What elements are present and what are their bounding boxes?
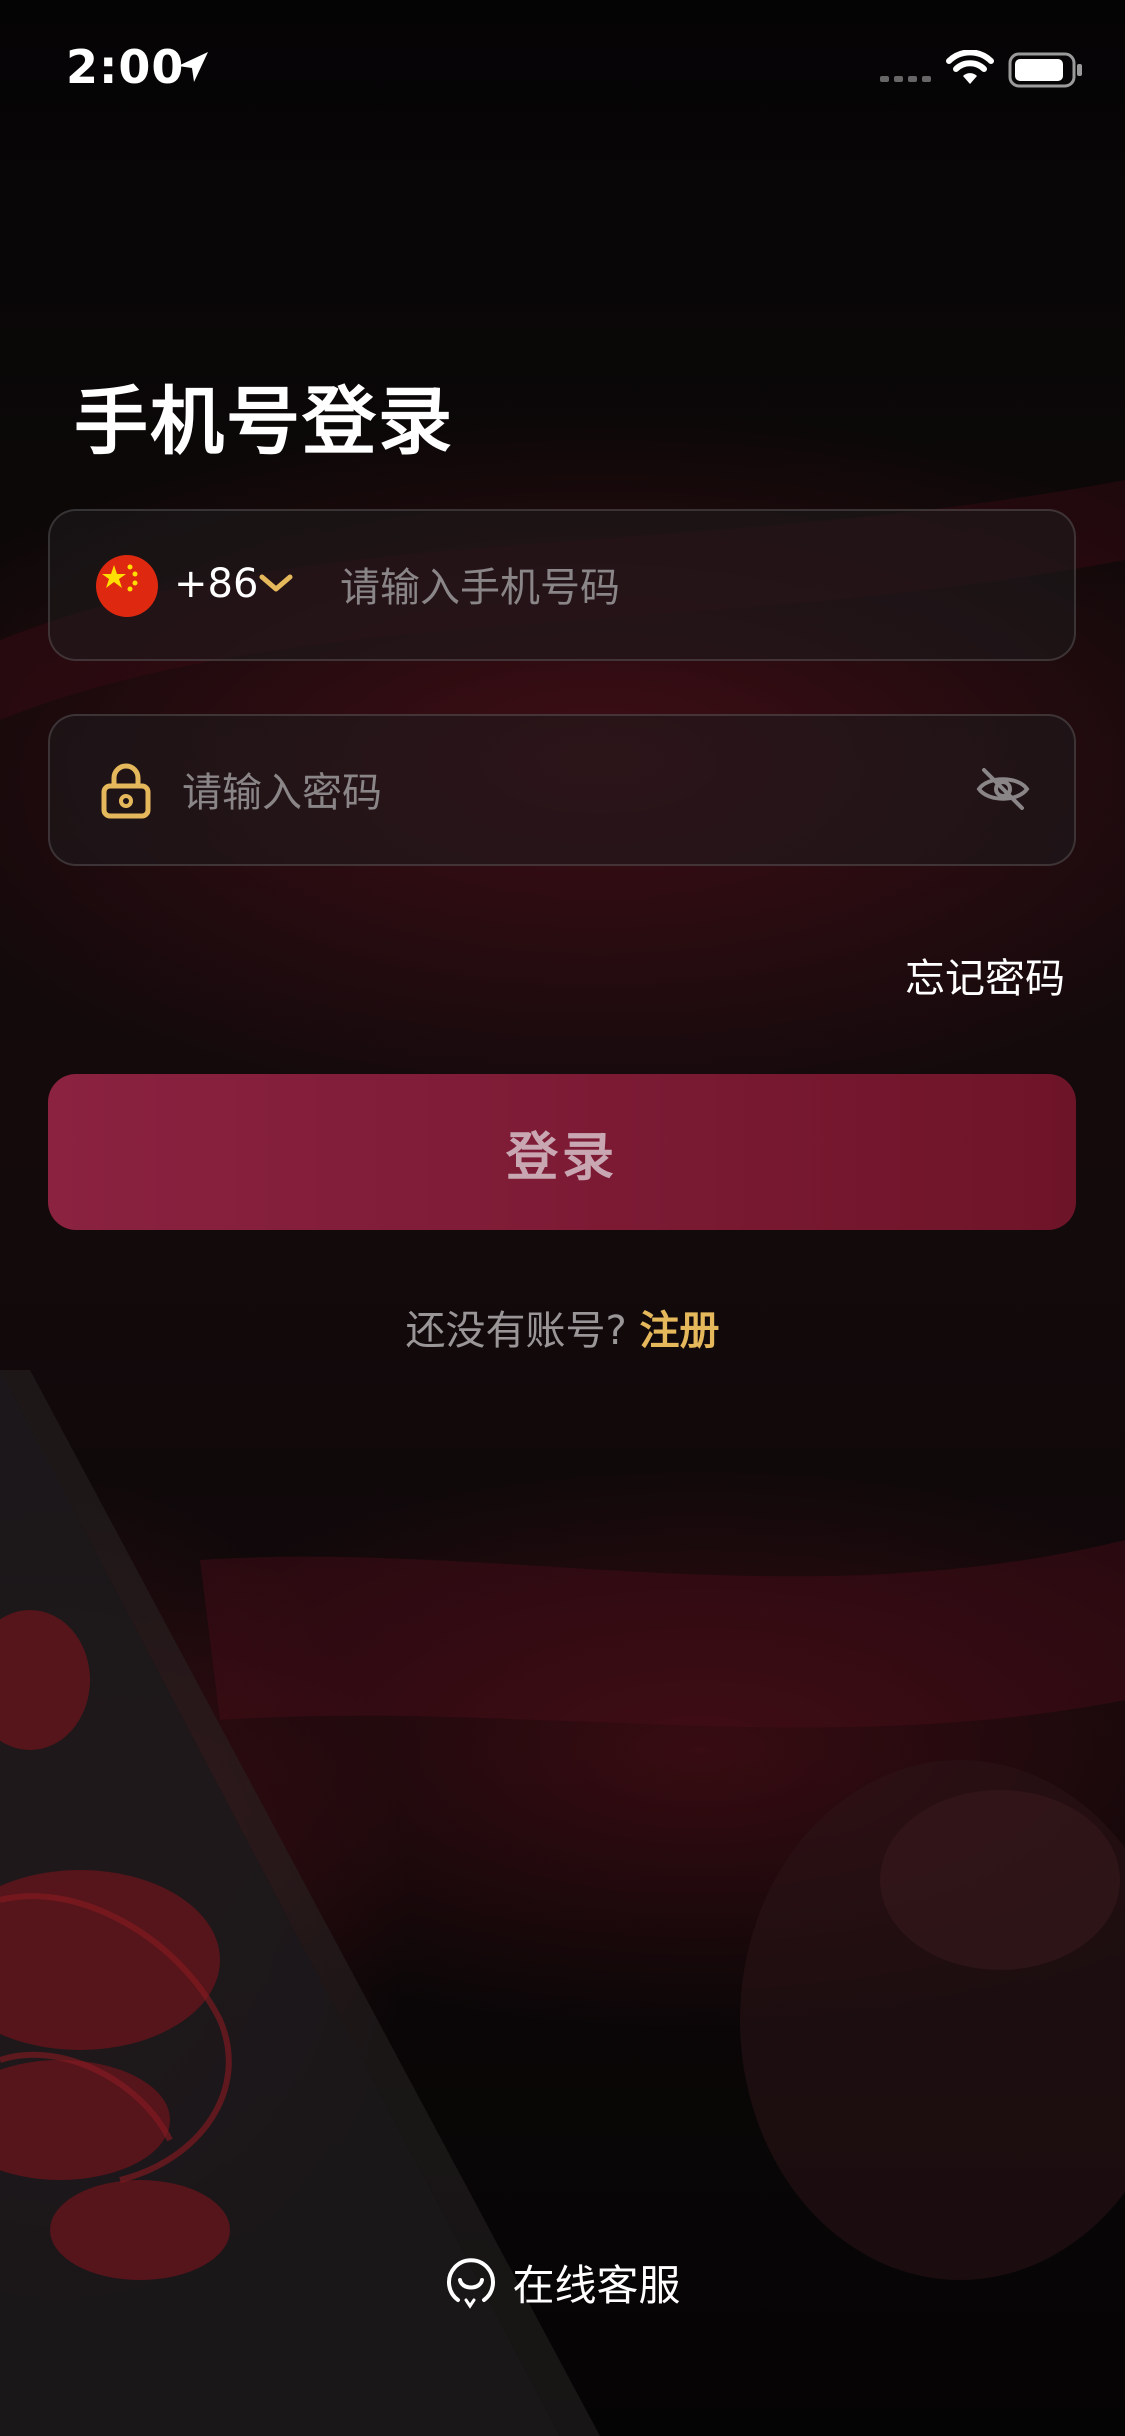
signal-dots-icon xyxy=(880,76,931,82)
country-code[interactable]: +86 xyxy=(174,561,258,607)
china-flag-icon[interactable] xyxy=(96,555,158,617)
forgot-password-link[interactable]: 忘记密码 xyxy=(905,946,1065,1004)
online-support-button[interactable]: 在线客服 xyxy=(0,2252,1125,2313)
phone-input[interactable] xyxy=(338,547,1042,629)
password-field[interactable] xyxy=(48,714,1076,866)
status-time: 2:00 xyxy=(66,40,185,94)
lock-icon xyxy=(101,763,151,819)
chevron-down-icon[interactable] xyxy=(258,571,294,595)
register-link[interactable]: 注册 xyxy=(639,1308,719,1354)
register-row: 还没有账号? 注册 xyxy=(0,1298,1125,1356)
support-label: 在线客服 xyxy=(512,2261,681,2310)
login-button[interactable]: 登录 xyxy=(48,1074,1076,1230)
page-title: 手机号登录 xyxy=(74,379,454,465)
password-input[interactable] xyxy=(180,752,984,834)
eye-off-icon[interactable] xyxy=(976,766,1030,812)
headset-icon xyxy=(447,2257,496,2309)
phone-field[interactable]: +86 xyxy=(48,509,1076,661)
status-bar: 2:00 xyxy=(0,0,1125,140)
location-arrow-icon xyxy=(178,52,208,82)
battery-icon xyxy=(1008,52,1082,88)
register-prompt: 还没有账号? xyxy=(405,1308,627,1354)
wifi-icon xyxy=(946,50,994,84)
